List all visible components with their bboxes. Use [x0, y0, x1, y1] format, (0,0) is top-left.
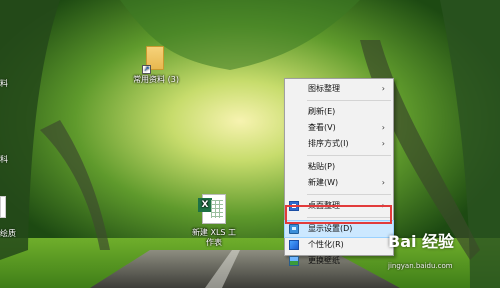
menu-item-change-wallpaper[interactable]: 更换壁纸: [285, 253, 393, 269]
menu-item-refresh[interactable]: 刷新(E): [285, 104, 393, 120]
personalize-icon: [289, 240, 299, 250]
menu-item-label: 排序方式(I): [308, 139, 349, 148]
menu-item-sort-by[interactable]: 排序方式(I) ›: [285, 136, 393, 152]
xls-label-line2: 作表: [206, 238, 222, 247]
desktop[interactable]: 料 科 绘质 ↗ 常用资料 (3) X 新建 XLS 工 作表 图标整理 › 刷…: [0, 0, 500, 288]
menu-item-label: 刷新(E): [308, 107, 336, 116]
menu-item-label: 更换壁纸: [308, 256, 340, 265]
menu-item-label: 显示设置(D): [308, 224, 353, 233]
annotation-highlight-box: [285, 205, 392, 224]
menu-item-new[interactable]: 新建(W) ›: [285, 175, 393, 191]
xls-label-line1: 新建 XLS 工: [191, 228, 237, 237]
watermark-url: jingyan.baidu.com: [388, 262, 453, 270]
menu-item-paste[interactable]: 粘贴(P): [285, 159, 393, 175]
shortcut-arrow-icon: ↗: [142, 65, 151, 74]
menu-separator: [307, 100, 391, 101]
xls-file-item[interactable]: X 新建 XLS 工 作表: [184, 194, 244, 248]
folder-label: 常用资料 (3): [133, 75, 179, 84]
menu-item-label: 粘贴(P): [308, 162, 336, 171]
edge-label-2: 科: [0, 155, 8, 164]
chevron-right-icon: ›: [381, 84, 385, 93]
display-settings-icon: [289, 224, 299, 234]
baidu-jingyan-watermark: Bai 经验 jingyan.baidu.com: [388, 228, 496, 280]
chevron-right-icon: ›: [381, 139, 385, 148]
menu-item-label: 新建(W): [308, 178, 339, 187]
chevron-right-icon: ›: [381, 178, 385, 187]
menu-item-icon-arrange[interactable]: 图标整理 ›: [285, 81, 393, 97]
menu-item-label: 图标整理: [308, 84, 340, 93]
edge-label-3: 绘质: [0, 229, 16, 238]
watermark-brand: Bai 经验: [388, 232, 455, 251]
menu-item-view[interactable]: 查看(V) ›: [285, 120, 393, 136]
excel-file-icon: X: [198, 194, 226, 224]
wallpaper-icon: [289, 256, 299, 266]
menu-item-label: 个性化(R): [308, 240, 344, 249]
folder-shortcut-icon-item[interactable]: ↗ 常用资料 (3): [128, 46, 184, 85]
chevron-right-icon: ›: [381, 123, 385, 132]
folder-icon: ↗: [142, 46, 166, 74]
menu-separator: [307, 194, 391, 195]
edge-label-1: 料: [0, 79, 8, 88]
menu-separator: [307, 155, 391, 156]
desktop-context-menu: 图标整理 › 刷新(E) 查看(V) › 排序方式(I) › 粘贴(P) 新建(…: [284, 78, 394, 266]
menu-item-personalize[interactable]: 个性化(R): [285, 237, 393, 253]
menu-item-label: 查看(V): [308, 123, 336, 132]
edge-document-icon[interactable]: [0, 196, 6, 218]
